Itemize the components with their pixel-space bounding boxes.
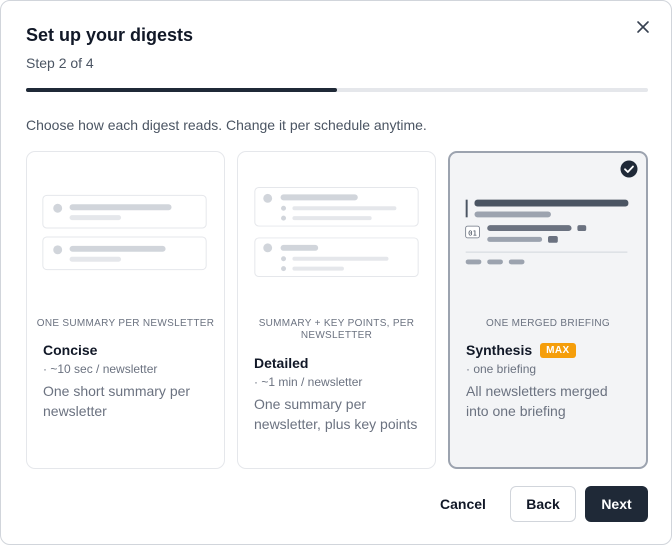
mode-name: Synthesis MAX — [466, 342, 576, 358]
concise-illustration — [42, 194, 207, 271]
next-button[interactable]: Next — [585, 486, 648, 522]
mode-card-concise[interactable]: ONE SUMMARY PER NEWSLETTER Concise · ~10… — [26, 151, 225, 469]
mode-tag: ONE MERGED BRIEFING — [485, 318, 611, 329]
cancel-button[interactable]: Cancel — [429, 486, 497, 522]
detailed-illustration — [254, 186, 419, 278]
progress-bar — [26, 88, 648, 92]
mode-name-text: Detailed — [254, 355, 309, 371]
dialog-title: Set up your digests — [26, 25, 194, 45]
mode-name: Concise — [43, 342, 97, 358]
max-badge: MAX — [540, 342, 576, 358]
mode-description: One summary per newsletter, plus key poi… — [254, 396, 418, 432]
synthesis-illustration: 01 — [465, 199, 629, 265]
mode-name-text: Synthesis — [466, 342, 533, 358]
mode-tag: ONE SUMMARY PER NEWSLETTER — [36, 318, 215, 329]
mode-meta: · ~10 sec / newsletter — [43, 362, 158, 376]
mode-card-synthesis[interactable]: 01 ONE MERGED BRIEFING Synthesis MAX · o… — [448, 151, 648, 469]
instructions-text: Choose how each digest reads. Change it … — [26, 117, 427, 133]
mode-options: ONE SUMMARY PER NEWSLETTER Concise · ~10… — [26, 151, 648, 469]
mode-description: All newsletters merged into one briefing — [466, 383, 608, 419]
mode-description: One short summary per newsletter — [43, 383, 191, 419]
setup-dialog: Set up your digests Step 2 of 4 Choose h… — [0, 0, 672, 545]
close-icon[interactable] — [633, 17, 653, 37]
progress-fill — [26, 88, 337, 92]
mode-meta: · ~1 min / newsletter — [254, 375, 363, 389]
mode-name-text: Concise — [43, 342, 98, 358]
illustration-number: 01 — [468, 228, 477, 237]
back-button[interactable]: Back — [510, 486, 576, 522]
mode-meta: · one briefing — [466, 362, 537, 376]
mode-card-detailed[interactable]: SUMMARY + KEY POINTS, PER NEWSLETTER Det… — [237, 151, 436, 469]
step-indicator: Step 2 of 4 — [26, 55, 94, 71]
mode-name: Detailed — [254, 355, 308, 371]
mode-tag: SUMMARY + KEY POINTS, PER NEWSLETTER — [258, 318, 415, 341]
